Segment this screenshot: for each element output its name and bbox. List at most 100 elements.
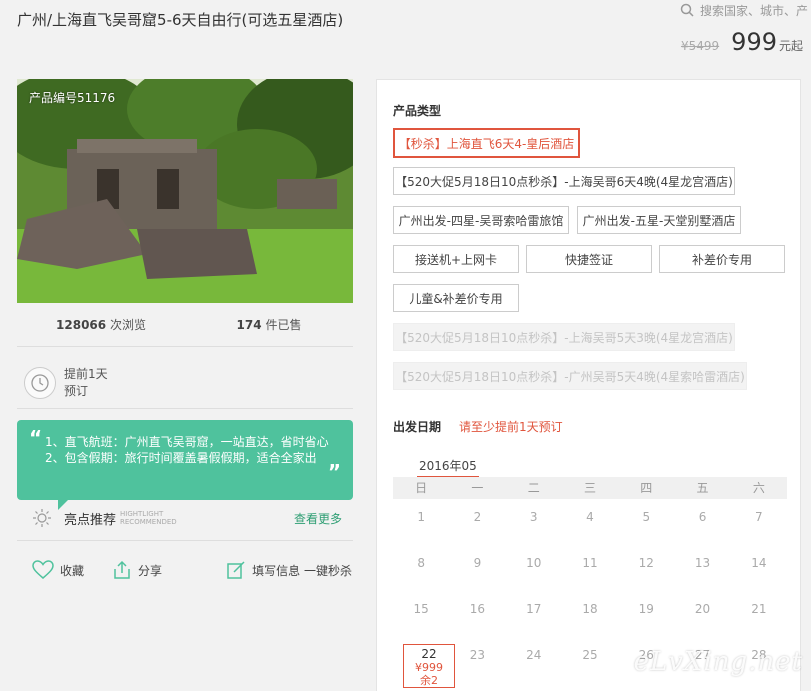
calendar-day: 21 [751, 602, 767, 616]
original-price: ¥5499 [680, 39, 720, 53]
product-type-title: 产品类型 [393, 104, 442, 118]
available-date-cell[interactable]: 22 ¥999 余2 [403, 644, 455, 688]
option-520-shanghai-6d[interactable]: 【520大促5月18日10点秒杀】-上海吴哥6天4晚(4星龙宫酒店) [393, 167, 735, 195]
weekday-header: 日 一 二 三 四 五 六 [393, 477, 787, 499]
share-icon [114, 560, 130, 579]
price-suffix: 元起 [778, 39, 803, 53]
option-gz-4star[interactable]: 广州出发-四星-吴哥索哈雷旅馆 [393, 206, 569, 234]
calendar-day: 14 [751, 556, 767, 570]
views-stat: 128066 次浏览 [17, 316, 185, 333]
calendar-day: 4 [586, 510, 594, 524]
calendar-day: 17 [526, 602, 542, 616]
available-day-stock: 余2 [420, 674, 438, 687]
highlight-subtitle-line-2: RECOMMENDED [120, 518, 177, 526]
calendar-day: 16 [469, 602, 486, 616]
highlight-subtitle-line-1: HIGHTLIGHT [120, 510, 164, 518]
product-photo[interactable]: 产品编号51176 [17, 79, 353, 303]
date-hint: 请至少提前1天预订 [459, 420, 563, 434]
calendar-day: 1 [417, 510, 425, 524]
calendar-day: 25 [582, 648, 598, 662]
favorite-label: 收藏 [60, 563, 85, 578]
weekday: 三 [583, 481, 596, 495]
favorite-button[interactable]: 收藏 [32, 560, 84, 580]
calendar-day: 15 [413, 602, 429, 616]
calendar-day: 9 [473, 556, 482, 570]
temple-ruins-image [17, 79, 353, 303]
available-day-number: 22 [421, 647, 437, 661]
highlight-line-2: 2、包含假期：旅行时间覆盖暑假假期，适合全家出 [45, 451, 317, 465]
calendar-day: 5 [642, 510, 651, 524]
quick-order-label: 填写信息 一键秒杀 [252, 563, 352, 578]
option-child-diff[interactable]: 儿童&补差价专用 [393, 284, 519, 312]
search-box[interactable]: 搜索国家、城市、产 [674, 0, 811, 20]
weekday: 二 [527, 481, 540, 495]
advance-note: 预订 [64, 384, 89, 398]
current-price: 999 [731, 28, 777, 56]
open-quote-icon: “ [29, 426, 43, 450]
calendar-day: 23 [469, 648, 486, 662]
calendar-day: 12 [638, 556, 654, 570]
watermark: eLvXing.net [633, 647, 803, 677]
option-gz-5star[interactable]: 广州出发-五星-天堂别墅酒店 [577, 206, 741, 234]
share-label: 分享 [138, 563, 163, 578]
calendar-day: 6 [698, 510, 707, 524]
search-icon [680, 3, 694, 17]
calendar-day: 3 [529, 510, 538, 524]
booking-panel: 产品类型 【秒杀】上海直飞6天4-皇后酒店 【520大促5月18日10点秒杀】-… [376, 79, 801, 691]
calendar-day: 8 [417, 556, 425, 570]
price-box: ¥5499 999 元起 [681, 28, 803, 56]
weekday: 一 [471, 481, 484, 495]
advance-days: 提前1天 [64, 367, 108, 381]
option-price-diff[interactable]: 补差价专用 [659, 245, 785, 273]
highlight-header: 亮点推荐 HIGHTLIGHT RECOMMENDED 查看更多 [32, 508, 342, 528]
weekday: 日 [415, 481, 428, 495]
sold-count: 174 [236, 318, 262, 332]
views-label: 次浏览 [109, 318, 146, 332]
option-transfer-sim[interactable]: 接送机+上网卡 [393, 245, 519, 273]
option-520-guangzhou-5d: 【520大促5月18日10点秒杀】-广州吴哥5天4晚(4星索哈雷酒店) [393, 362, 747, 390]
option-520-shanghai-5d: 【520大促5月18日10点秒杀】-上海吴哥5天3晚(4星龙宫酒店) [393, 323, 735, 351]
highlight-line-1: 1、直飞航班：广州直飞吴哥窟，一站直达，省时省心 [45, 435, 329, 449]
highlight-title: 亮点推荐 [64, 512, 117, 528]
close-quote-icon: ” [327, 460, 341, 484]
divider [17, 346, 353, 347]
option-visa[interactable]: 快捷签证 [526, 245, 652, 273]
share-button[interactable]: 分享 [112, 560, 162, 580]
calendar-day: 19 [638, 602, 654, 616]
sold-label: 件已售 [265, 318, 302, 332]
calendar-week-row: 1 2 3 4 5 6 7 [393, 510, 787, 524]
calendar-day: 13 [694, 556, 711, 570]
departure-date-title: 出发日期 [393, 420, 442, 434]
advance-booking: 提前1天 预订 [24, 366, 108, 400]
product-stats: 128066 次浏览 174 件已售 [17, 316, 353, 333]
calendar-day: 24 [526, 648, 542, 662]
available-day-price: ¥999 [415, 661, 443, 674]
product-gallery: 产品编号51176 [17, 79, 353, 303]
divider [17, 408, 353, 409]
calendar-day: 10 [526, 556, 542, 570]
page-title: 广州/上海直飞吴哥窟5-6天自由行(可选五星酒店) [17, 11, 344, 29]
sun-icon [33, 509, 51, 527]
search-input[interactable]: 搜索国家、城市、产 [700, 2, 808, 19]
weekday: 五 [696, 481, 709, 495]
calendar-day: 11 [582, 556, 598, 570]
divider [17, 540, 353, 541]
calendar-week-row: 15 16 17 18 19 20 21 [393, 602, 787, 616]
sold-stat: 174 件已售 [185, 316, 353, 333]
option-flash-sale[interactable]: 【秒杀】上海直飞6天4-皇后酒店 [393, 128, 580, 158]
heart-icon [32, 560, 54, 579]
edit-icon [227, 561, 245, 579]
calendar-day: 2 [473, 510, 482, 524]
action-bar: 收藏 分享 填写信息 一键秒杀 [32, 560, 352, 580]
calendar-day: 20 [694, 602, 711, 616]
views-count: 128066 [56, 318, 107, 332]
highlights-box: “ 1、直飞航班：广州直飞吴哥窟，一站直达，省时省心 2、包含假期：旅行时间覆盖… [17, 420, 353, 500]
highlight-subtitle: HIGHTLIGHT RECOMMENDED [120, 510, 177, 526]
quick-order-button[interactable]: 填写信息 一键秒杀 [226, 560, 352, 580]
view-more-link[interactable]: 查看更多 [294, 510, 342, 527]
calendar-day: 18 [582, 602, 598, 616]
month-tab[interactable]: 2016年05 [417, 457, 479, 478]
weekday: 四 [640, 481, 653, 495]
product-id-label: 产品编号51176 [29, 91, 116, 105]
clock-icon [24, 367, 56, 399]
